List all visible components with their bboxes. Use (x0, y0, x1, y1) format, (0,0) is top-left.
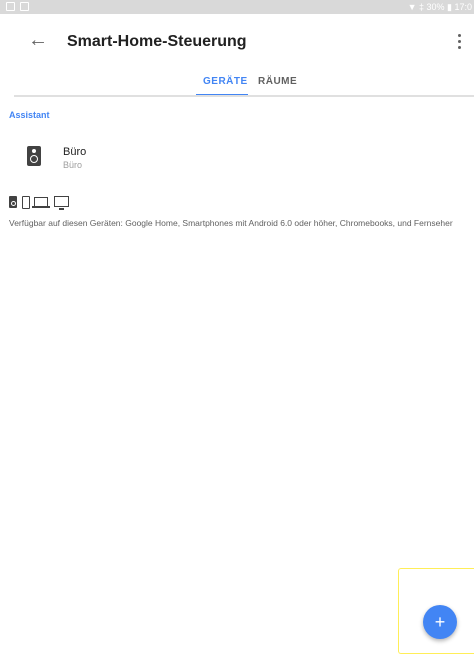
status-bar-notifications (6, 2, 29, 11)
availability-text: Verfügbar auf diesen Geräten: Google Hom… (9, 218, 453, 228)
tv-icon (54, 196, 69, 210)
speaker-icon (9, 196, 17, 208)
supported-devices-icons (9, 196, 89, 210)
status-bar-indicators: ▼ ‡ 30% ▮ 17:0 (408, 2, 472, 13)
image-notification-icon (6, 2, 15, 11)
section-header: Assistant (9, 110, 50, 120)
add-device-button[interactable]: + (423, 605, 457, 639)
status-bar: ▼ ‡ 30% ▮ 17:0 (0, 0, 474, 14)
laptop-icon (32, 197, 50, 208)
device-name: Büro (63, 146, 87, 158)
status-bar-text: ▼ ‡ 30% ▮ 17:0 (407, 2, 472, 12)
more-options-icon[interactable] (455, 34, 463, 52)
plus-icon: + (434, 612, 446, 632)
tab-rooms[interactable]: RÄUME (258, 76, 297, 87)
divider (14, 95, 474, 97)
tab-devices[interactable]: GERÄTE (203, 76, 248, 87)
tab-bar: GERÄTE RÄUME (0, 70, 474, 96)
device-list-item[interactable]: Büro Büro (0, 138, 474, 178)
page-title: Smart-Home-Steuerung (67, 33, 247, 50)
device-room: Büro (63, 160, 83, 170)
app-bar: ← Smart-Home-Steuerung (0, 14, 474, 70)
speaker-icon (27, 146, 41, 166)
phone-icon (22, 196, 30, 209)
back-arrow-icon[interactable]: ← (28, 30, 48, 50)
app-notification-icon (20, 2, 29, 11)
